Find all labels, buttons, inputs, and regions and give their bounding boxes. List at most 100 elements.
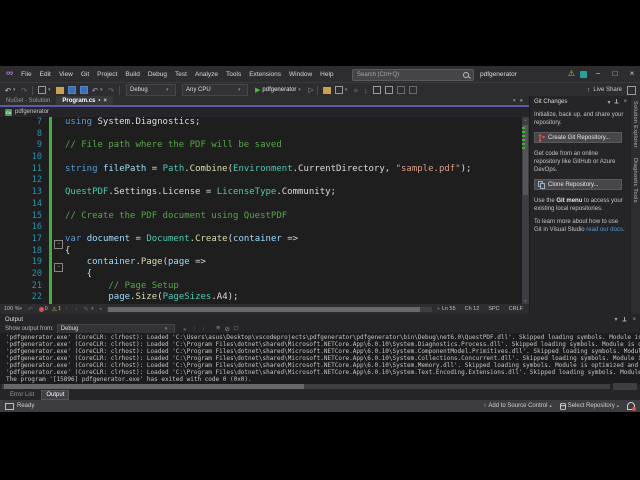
- feedback-icon[interactable]: [580, 71, 587, 78]
- cursor-position-icon[interactable]: ↓: [361, 86, 371, 95]
- code-line[interactable]: 17-var document = Document.Create(contai…: [0, 234, 522, 246]
- output-log[interactable]: 'pdfgenerator.exe' (CoreCLR: clrhost): L…: [0, 333, 640, 384]
- code-line[interactable]: 21 // Page Setup: [0, 281, 522, 293]
- tab-program-cs[interactable]: Program.cs • ×: [56, 96, 113, 105]
- navigate-back-icon[interactable]: ↶: [3, 86, 13, 95]
- save-icon[interactable]: [68, 86, 76, 94]
- menu-analyze[interactable]: Analyze: [191, 71, 222, 78]
- search-input[interactable]: Search (Ctrl+Q): [352, 69, 474, 81]
- chevron-down-icon[interactable]: ▾: [607, 99, 610, 106]
- start-debugging-button[interactable]: ▶ pdfgenerator ▾: [255, 86, 304, 94]
- side-tab-solution-explorer[interactable]: Solution Explorer: [632, 96, 638, 153]
- editor-horizontal-scrollbar[interactable]: [107, 307, 432, 312]
- zoom-level[interactable]: 100 %: [4, 306, 20, 312]
- tab-nuget-solution[interactable]: NuGet - Solution: [0, 96, 56, 105]
- create-git-repository-button[interactable]: Create Git Repository...: [534, 132, 622, 143]
- column-indicator[interactable]: Ch 12: [465, 306, 480, 312]
- redo-icon[interactable]: ↷: [106, 86, 116, 95]
- bookmark-icon[interactable]: [385, 86, 393, 94]
- minimize-button[interactable]: −: [592, 66, 604, 82]
- outdent-icon[interactable]: [409, 86, 417, 94]
- menu-window[interactable]: Window: [285, 71, 316, 78]
- pin-icon[interactable]: [622, 317, 627, 323]
- scrollbar-thumb[interactable]: [108, 307, 420, 312]
- scroll-left-icon[interactable]: ◂: [97, 306, 103, 312]
- undo-icon[interactable]: ↶: [90, 86, 100, 95]
- code-line[interactable]: 15// Create the PDF document using Quest…: [0, 211, 522, 223]
- output-source-dropdown[interactable]: Debug ▾: [57, 324, 175, 334]
- indent-icon[interactable]: [397, 86, 405, 94]
- clone-repository-button[interactable]: Clone Repository...: [534, 179, 622, 190]
- platform-dropdown[interactable]: Any CPU▾: [182, 84, 248, 96]
- menu-extensions[interactable]: Extensions: [245, 71, 285, 78]
- menu-project[interactable]: Project: [93, 71, 121, 78]
- close-button[interactable]: ×: [626, 66, 638, 82]
- menu-help[interactable]: Help: [316, 71, 337, 78]
- code-line[interactable]: 19- container.Page(page =>: [0, 257, 522, 269]
- start-without-debugging-icon[interactable]: ▷: [308, 86, 313, 94]
- chevron-down-icon[interactable]: ▾: [614, 316, 617, 323]
- close-panel-icon[interactable]: ×: [632, 317, 636, 323]
- tab-output[interactable]: Output: [41, 390, 69, 400]
- menu-edit[interactable]: Edit: [36, 71, 55, 78]
- menu-tools[interactable]: Tools: [222, 71, 245, 78]
- code-line[interactable]: 13QuestPDF.Settings.License = LicenseTyp…: [0, 187, 522, 199]
- notifications-bell-icon[interactable]: [627, 402, 635, 410]
- notification-warning-icon[interactable]: ⚠: [568, 66, 575, 82]
- prev-message-icon[interactable]: ↑: [190, 325, 199, 332]
- scroll-up-icon[interactable]: ▴: [522, 117, 529, 123]
- read-our-docs-link[interactable]: read our docs: [586, 227, 623, 233]
- maximize-button[interactable]: □: [609, 66, 621, 82]
- prev-issue-icon[interactable]: ↑: [61, 306, 71, 312]
- float-window-icon[interactable]: ●: [520, 98, 523, 104]
- navigate-forward-icon[interactable]: ↷: [19, 86, 29, 95]
- toolbar-options-icon[interactable]: [627, 86, 636, 95]
- close-panel-icon[interactable]: ×: [623, 99, 627, 105]
- live-share-button[interactable]: ↑ Live Share: [587, 83, 622, 97]
- find-in-files-icon[interactable]: ≡: [351, 86, 361, 95]
- comment-icon[interactable]: [373, 86, 381, 94]
- code-line[interactable]: 18{: [0, 246, 522, 258]
- editor-vertical-scrollbar[interactable]: ▴ ▾: [522, 117, 529, 304]
- add-item-folder-icon[interactable]: [323, 87, 331, 94]
- eol-indicator[interactable]: CRLF: [509, 306, 523, 312]
- select-repository-button[interactable]: Select Repository ▴: [560, 403, 619, 410]
- line-indicator[interactable]: Ln 55: [442, 306, 456, 312]
- add-to-source-control-button[interactable]: ↑ Add to Source Control ▴: [483, 403, 551, 409]
- refresh-icon[interactable]: ↶: [26, 306, 36, 313]
- open-folder-icon[interactable]: [56, 87, 64, 94]
- menu-view[interactable]: View: [55, 71, 77, 78]
- close-tab-icon[interactable]: ×: [103, 98, 107, 104]
- tab-error-list[interactable]: Error List: [6, 391, 38, 399]
- breadcrumb-project[interactable]: pdfgenerator: [15, 109, 49, 115]
- code-line[interactable]: 7using System.Diagnostics;: [0, 117, 522, 129]
- code-line[interactable]: 22 page.Size(PageSizes.A4);: [0, 292, 522, 304]
- word-wrap-icon[interactable]: ≡: [214, 325, 223, 332]
- next-issue-icon[interactable]: ↓: [71, 306, 81, 312]
- new-project-icon[interactable]: [38, 86, 46, 94]
- code-line[interactable]: 11string filePath = Path.Combine(Environ…: [0, 164, 522, 176]
- warnings-icon[interactable]: ⚠: [52, 306, 57, 313]
- code-line[interactable]: 9// File path where the PDF will be save…: [0, 140, 522, 152]
- save-all-icon[interactable]: [80, 86, 88, 94]
- code-line[interactable]: 20 {: [0, 269, 522, 281]
- menu-build[interactable]: Build: [121, 71, 143, 78]
- goto-message-icon[interactable]: ▸: [181, 325, 190, 333]
- menu-file[interactable]: File: [17, 71, 35, 78]
- code-line[interactable]: 14: [0, 199, 522, 211]
- toggle-output-icon[interactable]: □: [232, 325, 241, 332]
- side-tab-diagnostic-tools[interactable]: Diagnostic Tools: [632, 153, 638, 208]
- code-line[interactable]: 10: [0, 152, 522, 164]
- window-layout-icon[interactable]: [335, 86, 343, 94]
- edit-mode-icon[interactable]: ✎: [81, 306, 91, 313]
- clear-all-icon[interactable]: ⊘: [223, 325, 232, 333]
- code-editor[interactable]: 7using System.Diagnostics;89// File path…: [0, 117, 522, 304]
- configuration-dropdown[interactable]: Debug▾: [126, 84, 176, 96]
- background-tasks-icon[interactable]: [5, 403, 14, 410]
- menu-debug[interactable]: Debug: [144, 71, 171, 78]
- code-line[interactable]: 12: [0, 175, 522, 187]
- new-project-dropdown-icon[interactable]: ▾: [48, 87, 54, 93]
- menu-git[interactable]: Git: [77, 71, 93, 78]
- errors-icon[interactable]: [39, 307, 44, 312]
- next-message-icon[interactable]: ↓: [199, 325, 208, 332]
